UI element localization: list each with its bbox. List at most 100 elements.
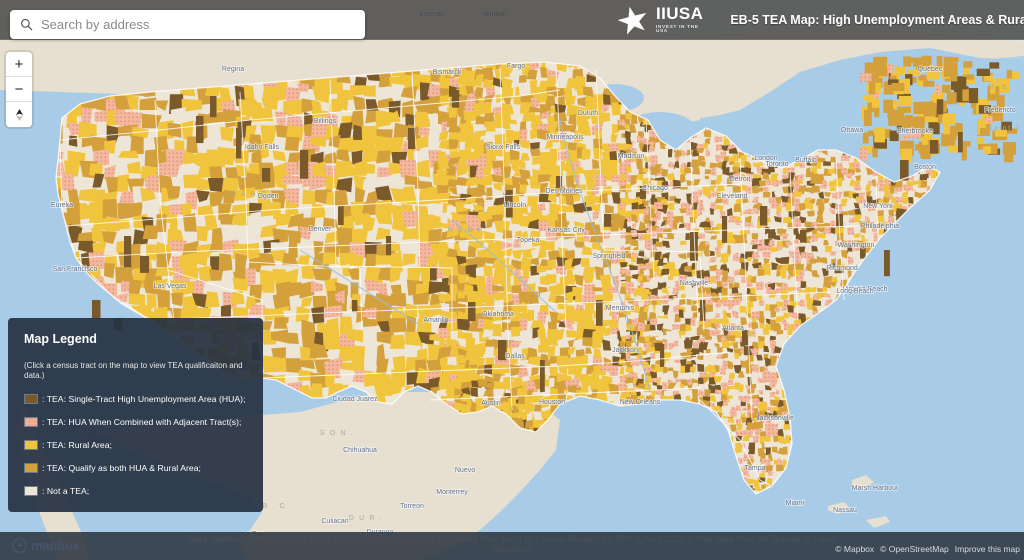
census-tract[interactable] <box>685 232 690 240</box>
census-tract[interactable] <box>102 199 118 219</box>
census-tract[interactable] <box>217 146 236 166</box>
census-tract[interactable] <box>549 377 555 387</box>
census-tract[interactable] <box>418 126 431 137</box>
census-tract[interactable] <box>721 287 728 296</box>
census-tract[interactable] <box>284 136 300 151</box>
census-tract[interactable] <box>493 381 505 390</box>
census-tract[interactable] <box>524 403 535 412</box>
census-tract[interactable] <box>399 159 419 179</box>
census-tract[interactable] <box>519 184 527 194</box>
census-tract[interactable] <box>697 233 706 239</box>
census-tract[interactable] <box>118 150 139 159</box>
census-tract[interactable] <box>654 364 661 371</box>
census-tract[interactable] <box>473 103 487 115</box>
census-tract[interactable] <box>775 324 782 330</box>
census-tract[interactable] <box>636 257 645 264</box>
census-tract[interactable] <box>166 185 181 199</box>
census-tract[interactable] <box>705 304 713 313</box>
census-tract[interactable] <box>631 202 639 210</box>
census-tract[interactable] <box>619 367 625 375</box>
census-tract[interactable] <box>365 253 378 267</box>
census-tract[interactable] <box>68 135 78 147</box>
census-tract[interactable] <box>679 341 685 350</box>
census-tract[interactable] <box>218 253 233 272</box>
census-tract[interactable] <box>684 167 692 174</box>
census-tract[interactable] <box>619 238 626 246</box>
census-tract[interactable] <box>763 191 771 198</box>
census-tract[interactable] <box>752 398 760 406</box>
census-tract[interactable] <box>752 436 759 444</box>
census-tract[interactable] <box>128 293 145 306</box>
census-tract[interactable] <box>709 250 715 256</box>
census-tract[interactable] <box>482 318 493 332</box>
census-tract[interactable] <box>334 190 349 206</box>
census-tract[interactable] <box>769 335 776 341</box>
census-tract[interactable] <box>312 295 328 309</box>
census-tract[interactable] <box>680 233 687 239</box>
census-tract[interactable] <box>761 251 771 258</box>
census-tract[interactable] <box>847 227 855 235</box>
census-tract[interactable] <box>853 257 861 265</box>
census-tract[interactable] <box>142 225 160 240</box>
census-tract[interactable] <box>780 256 790 264</box>
census-tract[interactable] <box>727 379 734 386</box>
census-tract[interactable] <box>644 324 651 333</box>
census-tract[interactable] <box>623 144 632 149</box>
census-tract[interactable] <box>548 345 556 359</box>
census-tract[interactable] <box>840 154 850 161</box>
census-tract[interactable] <box>351 357 365 372</box>
census-tract[interactable] <box>104 263 115 279</box>
census-tract[interactable] <box>830 156 837 163</box>
census-tract[interactable] <box>661 246 666 255</box>
census-tract[interactable] <box>448 139 459 150</box>
census-tract[interactable] <box>509 364 521 377</box>
census-tract[interactable] <box>864 233 873 240</box>
census-tract[interactable] <box>438 256 450 272</box>
census-tract[interactable] <box>685 318 691 326</box>
census-tract[interactable] <box>732 264 740 269</box>
census-tract[interactable] <box>689 216 696 223</box>
census-tract[interactable] <box>668 148 673 158</box>
census-tract[interactable] <box>625 377 634 384</box>
census-tract[interactable] <box>340 94 349 111</box>
census-tract[interactable] <box>775 180 783 185</box>
census-tract[interactable] <box>287 332 299 345</box>
census-tract[interactable] <box>335 161 355 178</box>
census-tract[interactable] <box>285 162 299 176</box>
census-tract[interactable] <box>362 148 379 163</box>
census-tract[interactable] <box>79 203 91 220</box>
census-tract[interactable] <box>672 219 678 230</box>
census-tract[interactable] <box>625 281 634 288</box>
census-tract[interactable] <box>584 161 594 171</box>
census-tract[interactable] <box>649 268 654 278</box>
census-tract[interactable] <box>61 172 75 192</box>
census-tract[interactable] <box>592 147 602 159</box>
census-tract[interactable] <box>740 429 748 436</box>
census-tract[interactable] <box>732 185 742 193</box>
census-tract[interactable] <box>783 322 789 331</box>
census-tract[interactable] <box>637 322 645 332</box>
census-tract[interactable] <box>731 287 739 294</box>
census-tract[interactable] <box>816 161 822 169</box>
census-tract[interactable] <box>465 264 478 276</box>
census-tract[interactable] <box>273 317 289 329</box>
census-tract[interactable] <box>441 140 449 149</box>
census-tract[interactable] <box>767 365 777 372</box>
census-tract[interactable] <box>663 257 668 264</box>
census-tract[interactable] <box>235 253 247 273</box>
census-tract[interactable] <box>685 324 692 332</box>
census-tract[interactable] <box>757 268 765 276</box>
census-tract[interactable] <box>375 255 394 265</box>
census-tract[interactable] <box>643 214 651 224</box>
census-tract[interactable] <box>270 357 287 373</box>
census-tract[interactable] <box>625 366 634 373</box>
census-tract[interactable] <box>581 258 590 267</box>
census-tract[interactable] <box>800 281 807 288</box>
census-tract[interactable] <box>776 464 785 472</box>
census-tract[interactable] <box>811 185 821 193</box>
census-tract[interactable] <box>705 336 713 340</box>
census-tract[interactable] <box>155 267 176 277</box>
census-tract[interactable] <box>902 197 909 205</box>
census-tract[interactable] <box>449 283 459 295</box>
census-tract[interactable] <box>220 126 235 142</box>
